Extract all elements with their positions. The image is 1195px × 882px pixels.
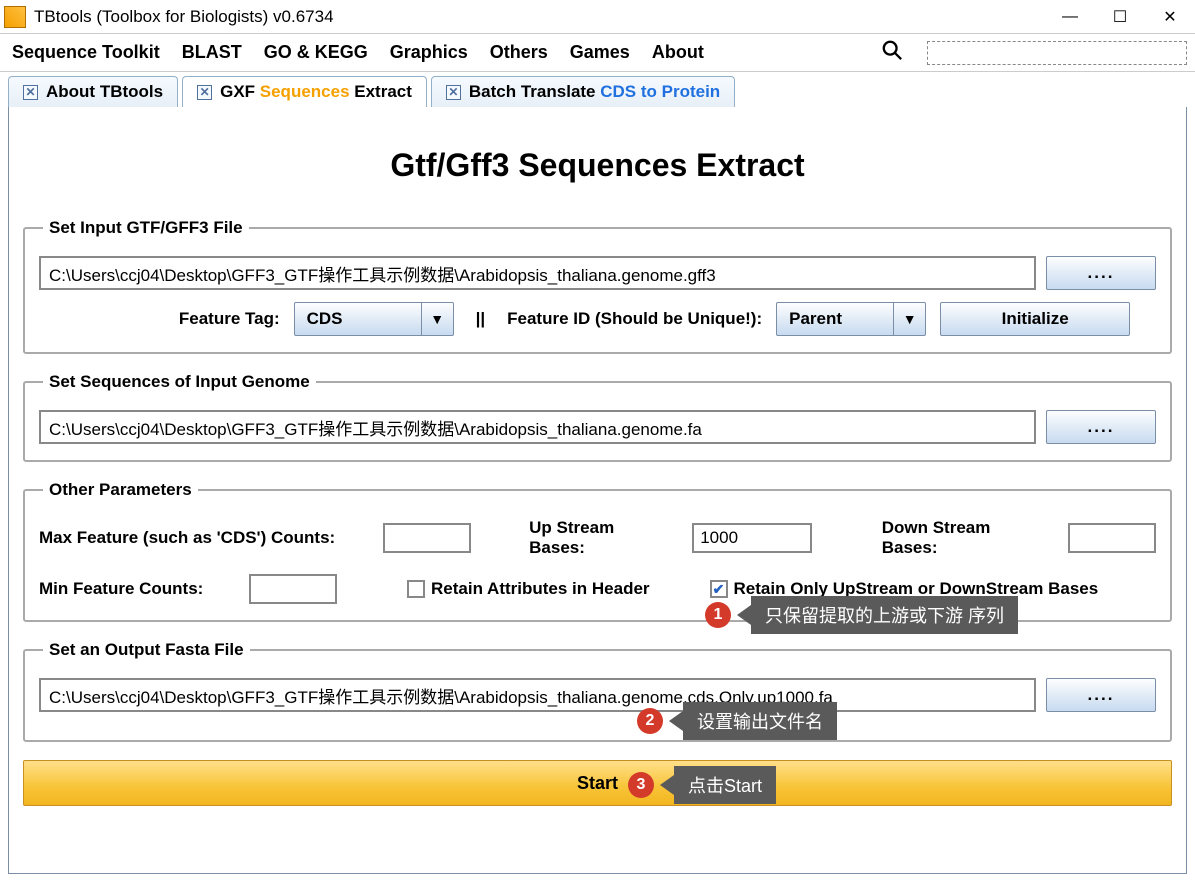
arrow-left-icon: [669, 711, 683, 731]
search-icon[interactable]: [881, 39, 903, 66]
arrow-left-icon: [660, 775, 674, 795]
chevron-down-icon: ▼: [893, 303, 925, 335]
feature-tag-select[interactable]: CDS ▼: [294, 302, 454, 336]
tabs-row: ✕ About TBtools ✕ GXF Sequences Extract …: [0, 72, 1195, 107]
app-icon: [4, 6, 26, 28]
search-input[interactable]: [927, 41, 1187, 65]
menu-others[interactable]: Others: [486, 38, 552, 67]
menu-graphics[interactable]: Graphics: [386, 38, 472, 67]
max-feature-input[interactable]: [383, 523, 471, 553]
annotation-3: 3 点击Start: [628, 766, 776, 804]
tab-gxf-sequences-extract[interactable]: ✕ GXF Sequences Extract: [182, 76, 427, 107]
group-other-params: Other Parameters Max Feature (such as 'C…: [23, 480, 1172, 622]
menu-go-kegg[interactable]: GO & KEGG: [260, 38, 372, 67]
downstream-input[interactable]: [1068, 523, 1156, 553]
group-input-gff: Set Input GTF/GFF3 File .... Feature Tag…: [23, 218, 1172, 354]
annotation-text: 设置输出文件名: [683, 702, 837, 740]
checkbox-icon: [407, 580, 425, 598]
feature-tag-label: Feature Tag:: [179, 309, 280, 329]
max-feature-label: Max Feature (such as 'CDS') Counts:: [39, 528, 363, 548]
tab-about-tbtools[interactable]: ✕ About TBtools: [8, 76, 178, 107]
arrow-left-icon: [737, 605, 751, 625]
genome-browse-button[interactable]: ....: [1046, 410, 1156, 444]
tab-batch-translate[interactable]: ✕ Batch Translate CDS to Protein: [431, 76, 735, 107]
window-title: TBtools (Toolbox for Biologists) v0.6734: [34, 7, 1045, 27]
titlebar: TBtools (Toolbox for Biologists) v0.6734…: [0, 0, 1195, 34]
menu-about[interactable]: About: [648, 38, 708, 67]
annotation-badge: 3: [628, 772, 654, 798]
close-icon[interactable]: ✕: [446, 85, 461, 100]
annotation-badge: 2: [637, 708, 663, 734]
output-browse-button[interactable]: ....: [1046, 678, 1156, 712]
menu-blast[interactable]: BLAST: [178, 38, 246, 67]
annotation-1: 1 只保留提取的上游或下游 序列: [705, 596, 1018, 634]
maximize-button[interactable]: ☐: [1095, 2, 1145, 32]
feature-id-label: Feature ID (Should be Unique!):: [507, 309, 762, 329]
output-path-input[interactable]: [39, 678, 1036, 712]
initialize-button[interactable]: Initialize: [940, 302, 1130, 336]
group-input-genome: Set Sequences of Input Genome ....: [23, 372, 1172, 462]
menubar: Sequence Toolkit BLAST GO & KEGG Graphic…: [0, 34, 1195, 72]
gff-path-input[interactable]: [39, 256, 1036, 290]
group-legend: Other Parameters: [43, 480, 198, 500]
retain-attr-checkbox[interactable]: Retain Attributes in Header: [407, 579, 650, 599]
upstream-input[interactable]: [692, 523, 812, 553]
min-feature-input[interactable]: [249, 574, 337, 604]
chevron-down-icon: ▼: [421, 303, 453, 335]
minimize-button[interactable]: —: [1045, 2, 1095, 32]
close-icon[interactable]: ✕: [23, 85, 38, 100]
genome-path-input[interactable]: [39, 410, 1036, 444]
separator: ||: [476, 309, 486, 329]
downstream-label: Down Stream Bases:: [882, 518, 1048, 558]
close-icon[interactable]: ✕: [197, 85, 212, 100]
menu-games[interactable]: Games: [566, 38, 634, 67]
group-legend: Set Sequences of Input Genome: [43, 372, 316, 392]
gff-browse-button[interactable]: ....: [1046, 256, 1156, 290]
tab-label: About TBtools: [46, 82, 163, 102]
annotation-badge: 1: [705, 602, 731, 628]
annotation-text: 点击Start: [674, 766, 776, 804]
tab-label: Batch Translate CDS to Protein: [469, 82, 720, 102]
start-label: Start: [577, 773, 618, 794]
min-feature-label: Min Feature Counts:: [39, 579, 229, 599]
content-panel: Gtf/Gff3 Sequences Extract Set Input GTF…: [8, 107, 1187, 874]
annotation-2: 2 设置输出文件名: [637, 702, 837, 740]
feature-id-select[interactable]: Parent ▼: [776, 302, 926, 336]
group-legend: Set an Output Fasta File: [43, 640, 250, 660]
group-output: Set an Output Fasta File .... 2 设置输出文件名: [23, 640, 1172, 742]
start-button[interactable]: Start: [23, 760, 1172, 806]
group-legend: Set Input GTF/GFF3 File: [43, 218, 249, 238]
close-button[interactable]: ✕: [1145, 2, 1195, 32]
page-title: Gtf/Gff3 Sequences Extract: [23, 147, 1172, 184]
upstream-label: Up Stream Bases:: [529, 518, 672, 558]
tab-label: GXF Sequences Extract: [220, 82, 412, 102]
annotation-text: 只保留提取的上游或下游 序列: [751, 596, 1018, 634]
menu-sequence-toolkit[interactable]: Sequence Toolkit: [8, 38, 164, 67]
